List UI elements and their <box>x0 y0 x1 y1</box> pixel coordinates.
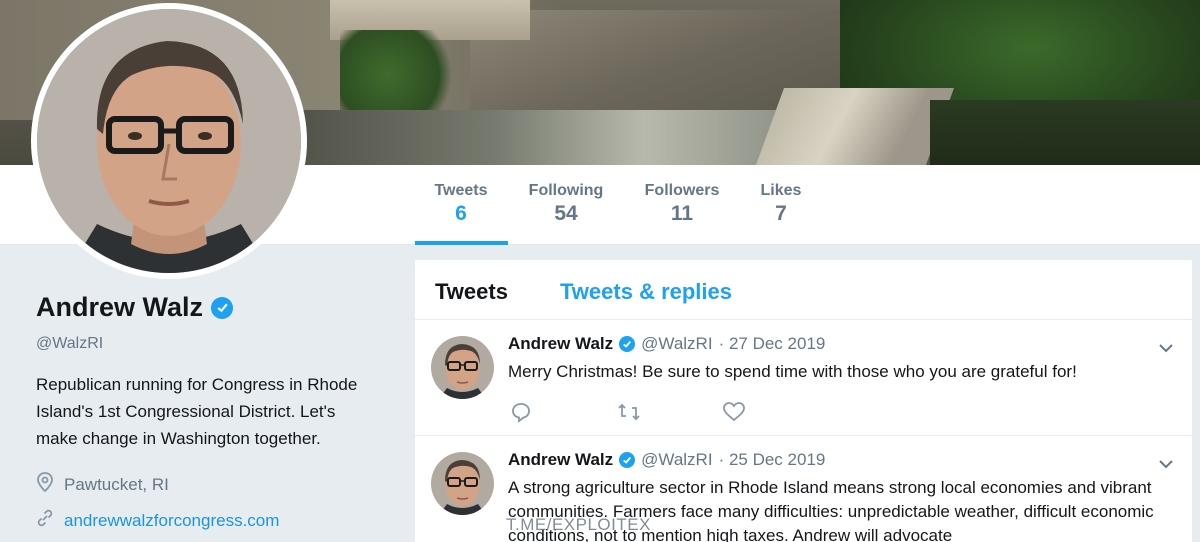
profile-avatar[interactable] <box>31 3 307 279</box>
timeline-tabs: Tweets Tweets & replies <box>415 260 1192 320</box>
tweet-handle[interactable]: @WalzRI <box>641 334 712 354</box>
reply-icon[interactable] <box>510 400 616 424</box>
nav-likes[interactable]: Likes 7 <box>735 182 827 226</box>
verified-badge-icon <box>619 336 636 352</box>
tweet-author-name[interactable]: Andrew Walz <box>508 450 613 470</box>
watermark-text: T.ME/EXPLOITEX <box>506 515 651 534</box>
chevron-down-icon[interactable] <box>1158 340 1174 358</box>
tweet-author-name[interactable]: Andrew Walz <box>508 334 613 354</box>
profile-bio: Republican running for Congress in Rhode… <box>36 375 358 448</box>
link-icon <box>36 509 54 532</box>
retweet-icon[interactable] <box>616 400 722 424</box>
tweet-text: Merry Christmas! Be sure to spend time w… <box>508 362 1077 381</box>
nav-following-label: Following <box>528 182 604 199</box>
verified-badge-icon <box>619 452 636 468</box>
verified-badge-icon <box>211 296 234 319</box>
nav-tweets[interactable]: Tweets 6 <box>415 182 507 226</box>
nav-following-count: 54 <box>554 202 578 225</box>
nav-tweets-count: 6 <box>455 202 467 225</box>
nav-followers-label: Followers <box>644 182 720 199</box>
heart-icon[interactable] <box>722 400 828 424</box>
nav-followers-count: 11 <box>670 202 694 225</box>
location-pin-icon <box>36 472 54 497</box>
profile-handle: @WalzRI <box>36 335 104 352</box>
profile-sidebar: Andrew Walz @WalzRI Republican running f… <box>36 292 376 532</box>
profile-location: Pawtucket, RI <box>36 472 376 497</box>
tab-tweets-and-replies[interactable]: Tweets & replies <box>560 279 732 305</box>
tweet-avatar[interactable] <box>431 336 494 399</box>
nav-followers[interactable]: Followers 11 <box>636 182 728 226</box>
nav-following[interactable]: Following 54 <box>520 182 612 226</box>
profile-name: Andrew Walz <box>36 292 204 322</box>
profile-location-text: Pawtucket, RI <box>64 474 169 494</box>
chevron-down-icon[interactable] <box>1158 456 1174 474</box>
tweet-actions <box>510 400 828 424</box>
tab-tweets[interactable]: Tweets <box>435 279 508 305</box>
tweet-date[interactable]: · 25 Dec 2019 <box>719 450 826 470</box>
nav-likes-label: Likes <box>760 182 802 199</box>
profile-website-link[interactable]: andrewwalzforcongress.com <box>64 511 279 531</box>
timeline: Tweets Tweets & replies Andrew Walz @Wal… <box>415 260 1192 542</box>
nav-active-indicator <box>415 241 508 245</box>
tweet-handle[interactable]: @WalzRI <box>641 450 712 470</box>
profile-website[interactable]: andrewwalzforcongress.com <box>36 509 376 532</box>
nav-tweets-label: Tweets <box>434 182 488 199</box>
tweet-date[interactable]: · 27 Dec 2019 <box>719 334 826 354</box>
nav-likes-count: 7 <box>775 202 787 225</box>
tweet-avatar[interactable] <box>431 452 494 515</box>
tweet[interactable]: Andrew Walz @WalzRI · 27 Dec 2019 Merry … <box>415 320 1192 436</box>
